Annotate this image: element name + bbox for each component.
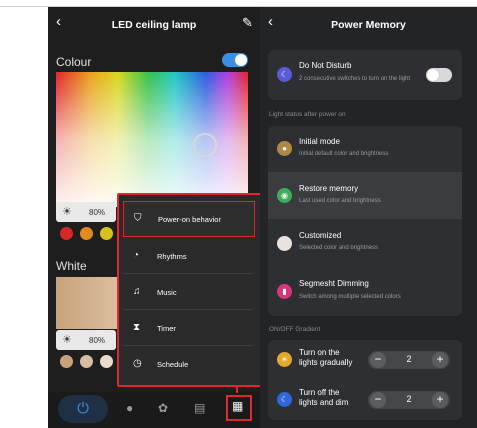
label-line: Turn on the xyxy=(299,348,340,357)
more-options-menu: ⛉ Power-on behavior ◔ Rhythms ♫ Music ⧗ … xyxy=(117,193,263,387)
toggle-knob xyxy=(235,54,247,66)
sun-icon: ☀ xyxy=(277,352,292,367)
scene-icon[interactable]: ▤ xyxy=(194,401,205,415)
menu-item-timer[interactable]: ⧗ Timer xyxy=(123,311,253,346)
grid-icon: ▦ xyxy=(232,399,244,413)
schedule-icon: ◷ xyxy=(133,358,142,369)
gradient-on-label: Turn on the lights gradually xyxy=(299,348,352,368)
mode-title: Restore memory xyxy=(299,184,359,193)
gradient-header: ON/OFF Gradient xyxy=(269,326,321,333)
color-swatch[interactable] xyxy=(80,227,93,240)
gradient-on-stepper[interactable]: − 2 + xyxy=(368,351,450,369)
more-menu-button[interactable]: ▦ xyxy=(226,395,252,421)
color-swatch[interactable] xyxy=(100,227,113,240)
mode-row-initial[interactable]: ● Initial mode Initial default color and… xyxy=(268,126,462,172)
menu-item-rhythms[interactable]: ◔ Rhythms xyxy=(123,239,253,274)
bulb-icon[interactable]: ● xyxy=(126,401,133,415)
page-title: Power Memory xyxy=(331,19,406,31)
colour-picker-handle[interactable] xyxy=(193,133,217,157)
menu-item-label: Rhythms xyxy=(157,252,187,261)
colour-picker-area[interactable] xyxy=(56,72,248,207)
gradient-row-off: ☾ Turn off the lights and dim − 2 + xyxy=(268,380,462,420)
label-line: lights gradually xyxy=(299,358,353,367)
gradient-card: ☀ Turn on the lights gradually − 2 + ☾ T… xyxy=(268,340,462,420)
color-swatch[interactable] xyxy=(100,355,113,368)
mode-title: Customized xyxy=(299,231,342,240)
white-brightness-value: 80% xyxy=(89,336,106,345)
menu-item-label: Timer xyxy=(157,324,176,333)
color-swatch[interactable] xyxy=(60,355,73,368)
color-swatch[interactable] xyxy=(80,355,93,368)
menu-item-power-on-behavior[interactable]: ⛉ Power-on behavior xyxy=(123,201,255,237)
power-memory-screen: ‹ Power Memory ☾ Do Not Disturb 2 consec… xyxy=(260,7,477,428)
sun-icon: ☀ xyxy=(62,334,72,346)
dnd-toggle[interactable] xyxy=(426,68,452,82)
dnd-title: Do Not Disturb xyxy=(299,61,352,70)
colour-toggle[interactable] xyxy=(222,53,248,67)
plus-button[interactable]: + xyxy=(432,392,448,408)
bottom-toolbar: ⏻ ● ✿ ▤ ▦ xyxy=(48,392,260,428)
white-label: White xyxy=(56,259,87,273)
menu-item-schedule[interactable]: ◷ Schedule xyxy=(123,347,253,381)
edit-icon[interactable]: ✎ xyxy=(242,15,253,31)
restore-icon: ◉ xyxy=(277,188,292,203)
gradient-off-stepper[interactable]: − 2 + xyxy=(368,391,450,409)
gradient-row-on: ☀ Turn on the lights gradually − 2 + xyxy=(268,340,462,380)
color-swatch[interactable] xyxy=(60,227,73,240)
timer-icon: ⧗ xyxy=(133,322,141,333)
page-title: LED ceiling lamp xyxy=(111,19,197,31)
mode-row-restore-memory[interactable]: ◉ Restore memory Last used color and bri… xyxy=(268,172,462,219)
light-status-card: ● Initial mode Initial default color and… xyxy=(268,126,462,316)
rhythms-icon: ◔ xyxy=(133,250,140,261)
mode-row-customized[interactable]: Customized Selected color and brightness xyxy=(268,219,462,267)
mode-desc: Switch among multiple selected colors xyxy=(299,294,401,300)
bulb-icon: ● xyxy=(277,141,292,156)
dnd-card: ☾ Do Not Disturb 2 consecutive switches … xyxy=(268,50,462,100)
label-line: lights and dim xyxy=(299,398,349,407)
menu-item-label: Schedule xyxy=(157,360,189,369)
menu-item-label: Music xyxy=(157,288,177,297)
sun-icon: ☀ xyxy=(62,206,72,218)
light-status-header: Light status after power on xyxy=(269,111,346,118)
colour-label: Colour xyxy=(56,55,92,69)
mode-title: Initial mode xyxy=(299,137,340,146)
mode-row-segment-dimming[interactable]: ▮ Segmesht Dimming Switch among multiple… xyxy=(268,267,462,316)
menu-item-music[interactable]: ♫ Music xyxy=(123,275,253,310)
colour-brightness-value: 80% xyxy=(89,208,106,217)
menu-item-label: Power-on behavior xyxy=(158,215,221,224)
palette-icon[interactable]: ✿ xyxy=(158,401,168,415)
custom-color-icon xyxy=(277,236,292,251)
mode-desc: Last used color and brightness xyxy=(299,198,381,204)
power-button[interactable]: ⏻ xyxy=(58,395,108,423)
moon-icon: ☾ xyxy=(277,392,292,407)
mode-desc: Initial default color and brightness xyxy=(299,151,389,157)
dnd-desc: 2 consecutive switches to turn on the li… xyxy=(299,76,411,82)
power-behavior-icon: ⛉ xyxy=(134,213,142,224)
segment-icon: ▮ xyxy=(277,284,292,299)
toggle-knob xyxy=(427,69,439,81)
colour-brightness-bar[interactable]: ☀ 80% xyxy=(56,202,116,222)
mode-title: Segmesht Dimming xyxy=(299,279,369,288)
plus-button[interactable]: + xyxy=(432,352,448,368)
mode-desc: Selected color and brightness xyxy=(299,245,379,251)
white-brightness-bar[interactable]: ☀ 80% xyxy=(56,330,116,350)
label-line: Turn off the xyxy=(299,388,340,397)
gradient-off-label: Turn off the lights and dim xyxy=(299,388,348,408)
moon-icon: ☾ xyxy=(277,67,292,82)
music-icon: ♫ xyxy=(133,286,141,297)
